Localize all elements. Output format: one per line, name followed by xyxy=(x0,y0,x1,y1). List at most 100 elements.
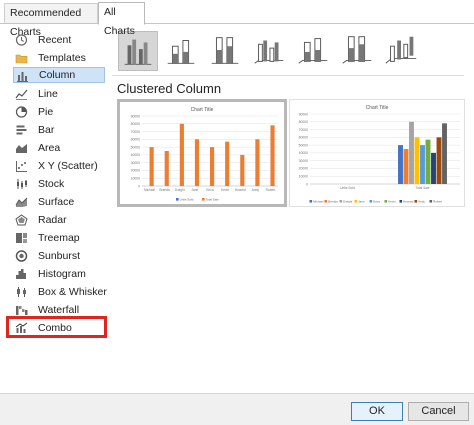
y-tick-label: 0 xyxy=(306,182,308,186)
legend-label: Dwight xyxy=(343,199,352,203)
bar xyxy=(409,121,414,184)
area-chart-icon xyxy=(16,144,27,153)
tab-all-charts[interactable]: All Charts xyxy=(98,2,145,37)
stacked-column-icon[interactable] xyxy=(162,31,202,71)
sidebar-item-x-y-scatter[interactable]: X Y (Scatter) xyxy=(13,158,105,174)
sidebar-item-histogram[interactable]: Histogram xyxy=(13,266,105,282)
bar xyxy=(431,152,436,184)
sidebar-item-radar[interactable]: Radar xyxy=(13,212,105,228)
legend-label: Total Sale xyxy=(206,197,220,201)
legend-swatch xyxy=(429,200,433,203)
bar xyxy=(442,123,447,184)
sidebar-item-treemap[interactable]: Treemap xyxy=(13,230,105,246)
sidebar-item-box-whisker[interactable]: Box & Whisker xyxy=(13,284,107,300)
3d-stacked-column-icon-glyph xyxy=(298,38,328,64)
stacked-column-icon-glyph xyxy=(167,40,195,64)
sidebar-item-label: Column xyxy=(39,69,76,81)
tab-bar: Recommended Charts All Charts xyxy=(0,0,474,38)
legend-swatch xyxy=(176,198,179,201)
chart-subtype-row xyxy=(115,31,465,73)
line-chart-icon xyxy=(15,89,28,100)
clock-icon xyxy=(15,34,28,46)
y-tick-label: 30000 xyxy=(299,159,309,163)
sidebar-item-label: Line xyxy=(38,88,58,100)
legend-swatch xyxy=(354,200,358,203)
3d-clustered-column-icon[interactable] xyxy=(250,31,290,71)
y-tick-label: 60000 xyxy=(299,136,309,140)
chart-preview-2[interactable]: Chart Title 90000 80000 70000 60000 50000 4000… xyxy=(289,99,465,207)
chart-preview-1-svg: Chart Title 90000 80000 70000 60000 50000 4000… xyxy=(131,107,278,201)
x-tick-label: Jane xyxy=(191,188,198,192)
y-tick-label: 0 xyxy=(138,184,140,188)
bar xyxy=(436,137,442,184)
sunburst-chart-icon xyxy=(15,250,28,262)
surface-chart-icon xyxy=(15,197,28,207)
chart-preview-1[interactable]: Chart Title 90000 80000 70000 60000 50000 4000… xyxy=(117,99,287,207)
3d-stacked-column-icon[interactable] xyxy=(294,31,334,71)
legend-label: Erica xyxy=(373,199,380,203)
y-tick-label: 70000 xyxy=(131,130,141,134)
sidebar-item-label: Recent xyxy=(38,34,72,46)
sidebar-item-label: Radar xyxy=(38,214,67,226)
waterfall-chart-icon xyxy=(16,306,28,315)
ok-button[interactable]: OK xyxy=(351,402,403,421)
legend-swatch xyxy=(399,200,403,203)
sidebar-item-surface[interactable]: Surface xyxy=(13,194,105,210)
y-tick-label: 90000 xyxy=(131,114,141,118)
folder-icon xyxy=(15,54,28,64)
bar xyxy=(225,141,230,186)
100-stacked-column-icon-glyph xyxy=(211,37,239,64)
y-tick-label: 60000 xyxy=(131,138,141,142)
sidebar-item-column[interactable]: Column xyxy=(13,67,105,83)
y-tick-label: 50000 xyxy=(299,143,309,147)
legend-label: Units Sold xyxy=(180,197,194,201)
bar xyxy=(149,147,154,186)
tab-recommended-charts[interactable]: Recommended Charts xyxy=(4,3,98,38)
chart-preview-2-svg: Chart Title 90000 80000 70000 60000 50000 4000… xyxy=(299,105,460,203)
3d-100-stacked-column-icon[interactable] xyxy=(338,31,378,71)
sidebar-item-label: X Y (Scatter) xyxy=(38,160,98,172)
y-tick-label: 70000 xyxy=(299,128,309,132)
treemap-chart-icon xyxy=(16,233,27,243)
box-whisker-chart-icon xyxy=(17,287,26,297)
sidebar-item-bar[interactable]: Bar xyxy=(13,122,105,138)
sidebar-item-area[interactable]: Area xyxy=(13,140,105,156)
x-tick-label: Total Sale xyxy=(416,186,430,190)
radar-chart-icon xyxy=(15,214,28,226)
3d-clustered-column-icon-glyph xyxy=(254,40,284,64)
3d-column-icon[interactable] xyxy=(382,31,422,71)
legend-label: Robert xyxy=(433,199,442,203)
sidebar-item-pie[interactable]: Pie xyxy=(13,104,105,120)
x-tick-label: Dwight xyxy=(175,188,185,192)
bar xyxy=(414,137,420,184)
sidebar-item-label: Templates xyxy=(38,52,86,64)
y-tick-label: 80000 xyxy=(131,122,141,126)
y-tick-label: 90000 xyxy=(299,112,309,116)
y-tick-label: 50000 xyxy=(131,145,141,149)
chart-title: Chart Title xyxy=(366,105,389,111)
sidebar-item-line[interactable]: Line xyxy=(13,86,105,102)
bar xyxy=(164,151,169,186)
legend-swatch xyxy=(384,200,388,203)
stock-chart-icon xyxy=(17,179,27,189)
sidebar-item-stock[interactable]: Stock xyxy=(13,176,105,192)
x-tick-label: Brenda xyxy=(160,188,171,192)
sidebar-item-label: Pie xyxy=(38,106,54,118)
bar xyxy=(194,139,200,186)
column-chart-icon xyxy=(17,72,28,82)
x-tick-label: Robert xyxy=(266,188,276,192)
sidebar-item-templates[interactable]: Templates xyxy=(13,50,105,66)
100-stacked-column-icon[interactable] xyxy=(206,31,246,71)
legend-label: Kevin xyxy=(388,199,396,203)
cancel-button[interactable]: Cancel xyxy=(408,402,469,421)
legend-swatch xyxy=(414,200,418,203)
sidebar-item-label: Bar xyxy=(38,124,55,136)
3d-column-icon-glyph xyxy=(385,36,417,64)
bar xyxy=(179,123,184,186)
y-tick-label: 10000 xyxy=(299,175,309,179)
sidebar-item-recent[interactable]: Recent xyxy=(13,32,105,48)
sidebar-item-sunburst[interactable]: Sunburst xyxy=(13,248,105,264)
combo-highlight-box xyxy=(6,316,107,338)
bar xyxy=(403,149,409,184)
x-tick-label: Units Sold xyxy=(340,186,355,190)
